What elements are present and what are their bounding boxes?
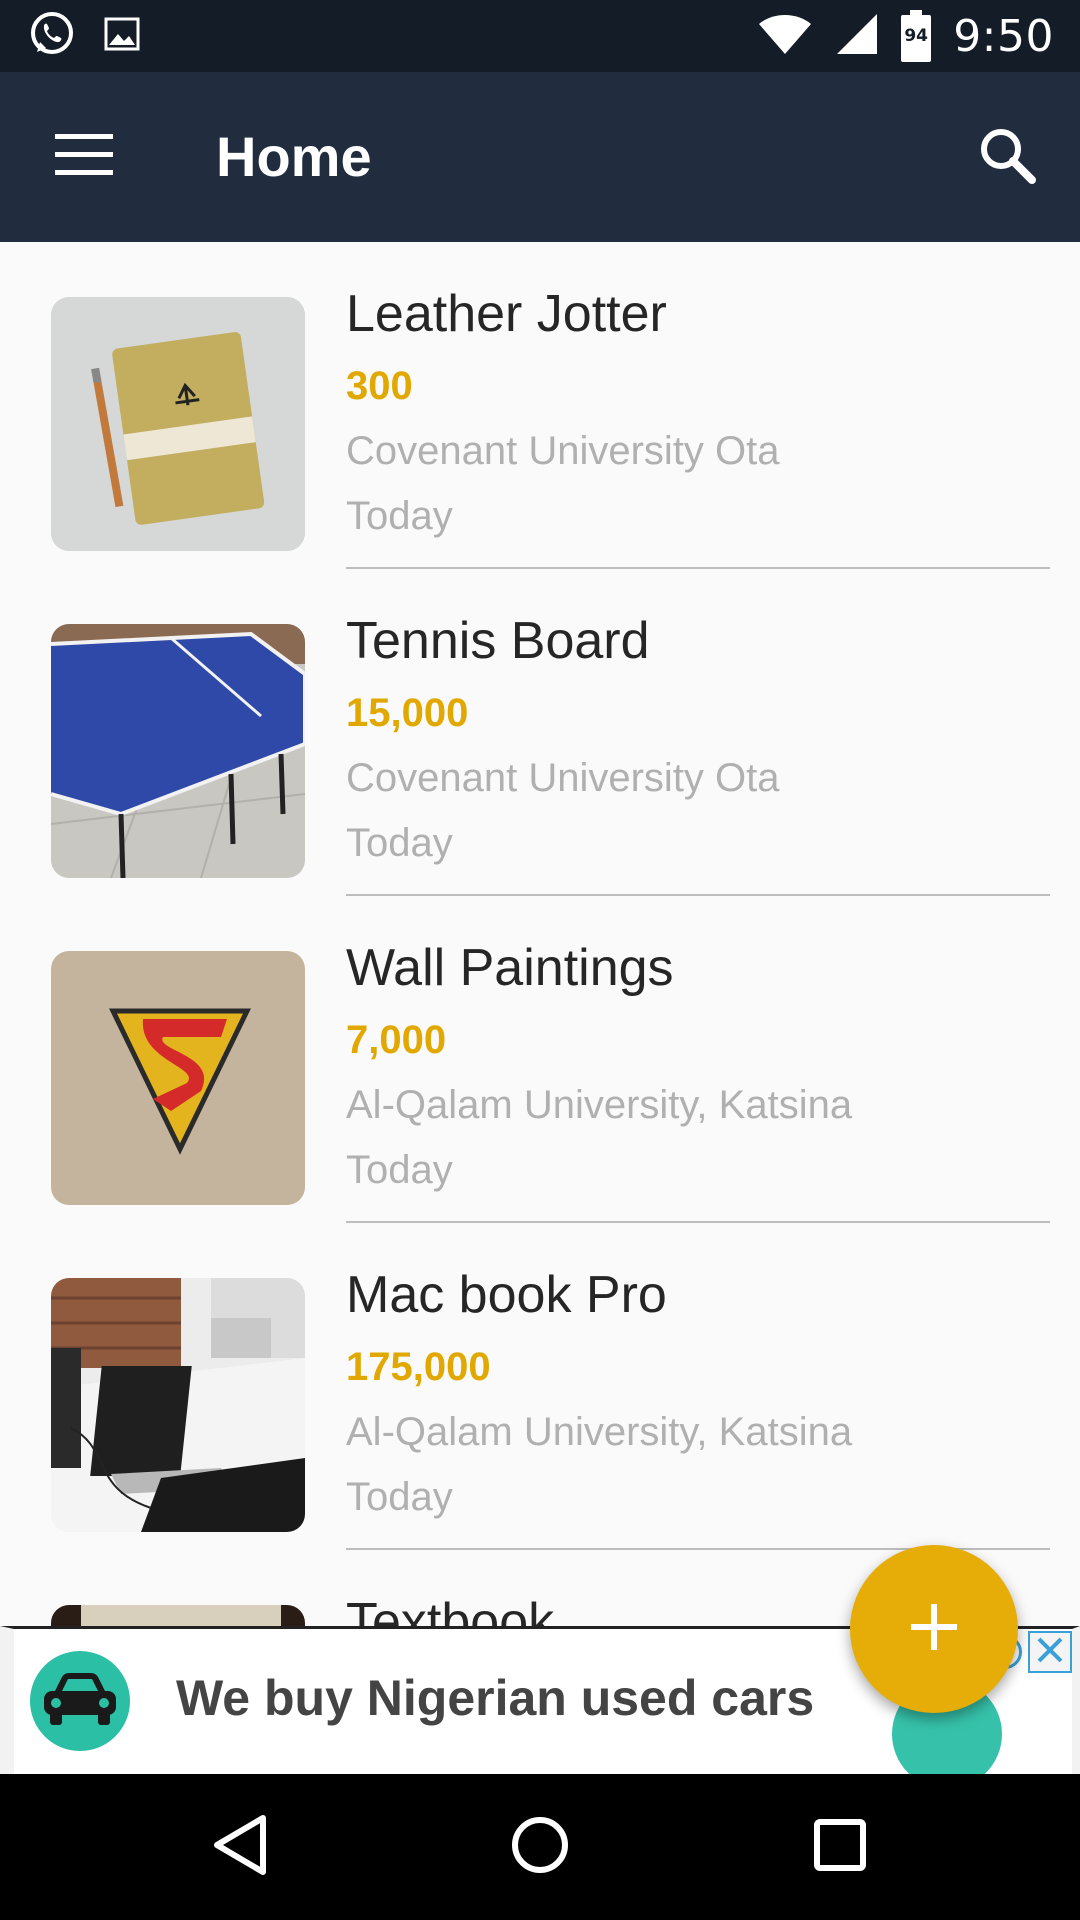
- listing-thumbnail: [51, 1278, 305, 1532]
- navigation-bar: [0, 1774, 1080, 1920]
- search-button[interactable]: [962, 112, 1052, 202]
- page-title: Home: [216, 125, 372, 188]
- listing-price: 175,000: [346, 1345, 491, 1389]
- listing-location: Covenant University Ota: [346, 756, 780, 800]
- superman-logo-painting-photo: [51, 951, 305, 1205]
- status-bar-right: 94 9:50: [757, 8, 1054, 64]
- listing-price: 7,000: [346, 1018, 447, 1062]
- table-tennis-photo: [51, 624, 305, 878]
- listing-item[interactable]: Mac book Pro 175,000 Al-Qalam University…: [0, 1223, 1080, 1550]
- listing-thumbnail: [51, 951, 305, 1205]
- listing-date: Today: [346, 1148, 453, 1192]
- listing-list: Leather Jotter 300 Covenant University O…: [0, 242, 1080, 1626]
- recents-button[interactable]: [785, 1792, 895, 1902]
- home-button[interactable]: [485, 1792, 595, 1902]
- listing-title: Wall Paintings: [346, 939, 674, 997]
- wifi-icon: [757, 12, 813, 60]
- back-button[interactable]: [185, 1792, 295, 1902]
- notebook-photo: [51, 297, 305, 551]
- listing-thumbnail: [51, 297, 305, 551]
- screen: 94 9:50 Home Leather Jotter 300 Covenant…: [0, 0, 1080, 1920]
- listing-title: Textbook: [346, 1593, 555, 1626]
- image-icon: [102, 14, 142, 58]
- battery-icon: 94: [901, 10, 932, 62]
- listing-date: Today: [346, 1475, 453, 1519]
- listing-date: Today: [346, 821, 453, 865]
- signal-icon: [835, 12, 879, 60]
- listing-title: Mac book Pro: [346, 1266, 667, 1324]
- hamburger-menu-icon: [55, 134, 113, 180]
- search-icon: [978, 126, 1036, 188]
- add-listing-button[interactable]: [850, 1545, 1018, 1713]
- whatsapp-icon: [28, 10, 76, 62]
- ad-close-button[interactable]: [1028, 1631, 1072, 1673]
- listing-item[interactable]: Tennis Board 15,000 Covenant University …: [0, 569, 1080, 896]
- status-bar-left: [28, 10, 142, 62]
- close-icon: [1036, 1636, 1064, 1668]
- listing-title: Leather Jotter: [346, 285, 667, 343]
- listing-location: Al-Qalam University, Katsina: [346, 1083, 853, 1127]
- status-bar: 94 9:50: [0, 0, 1080, 72]
- menu-button[interactable]: [34, 114, 134, 200]
- listing-location: Al-Qalam University, Katsina: [346, 1410, 853, 1454]
- listing-item[interactable]: Wall Paintings 7,000 Al-Qalam University…: [0, 896, 1080, 1223]
- status-time: 9:50: [953, 10, 1054, 62]
- ad-text: We buy Nigerian used cars: [176, 1670, 815, 1726]
- listing-price: 15,000: [346, 691, 469, 735]
- battery-level: 94: [904, 26, 929, 46]
- ad-logo: [30, 1651, 130, 1751]
- laptops-on-desk-photo: [51, 1278, 305, 1532]
- car-icon: [40, 1671, 120, 1731]
- listing-location: Covenant University Ota: [346, 429, 780, 473]
- recents-icon: [813, 1818, 867, 1876]
- listing-thumbnail: [51, 1605, 305, 1626]
- app-bar: Home: [0, 72, 1080, 242]
- listing-price: 300: [346, 364, 413, 408]
- plus-icon: [911, 1604, 957, 1654]
- listing-title: Tennis Board: [346, 612, 650, 670]
- listing-item[interactable]: Leather Jotter 300 Covenant University O…: [0, 242, 1080, 569]
- textbook-cover-photo: [51, 1605, 305, 1626]
- home-icon: [510, 1815, 570, 1879]
- listing-date: Today: [346, 494, 453, 538]
- back-icon: [211, 1814, 269, 1880]
- listing-thumbnail: [51, 624, 305, 878]
